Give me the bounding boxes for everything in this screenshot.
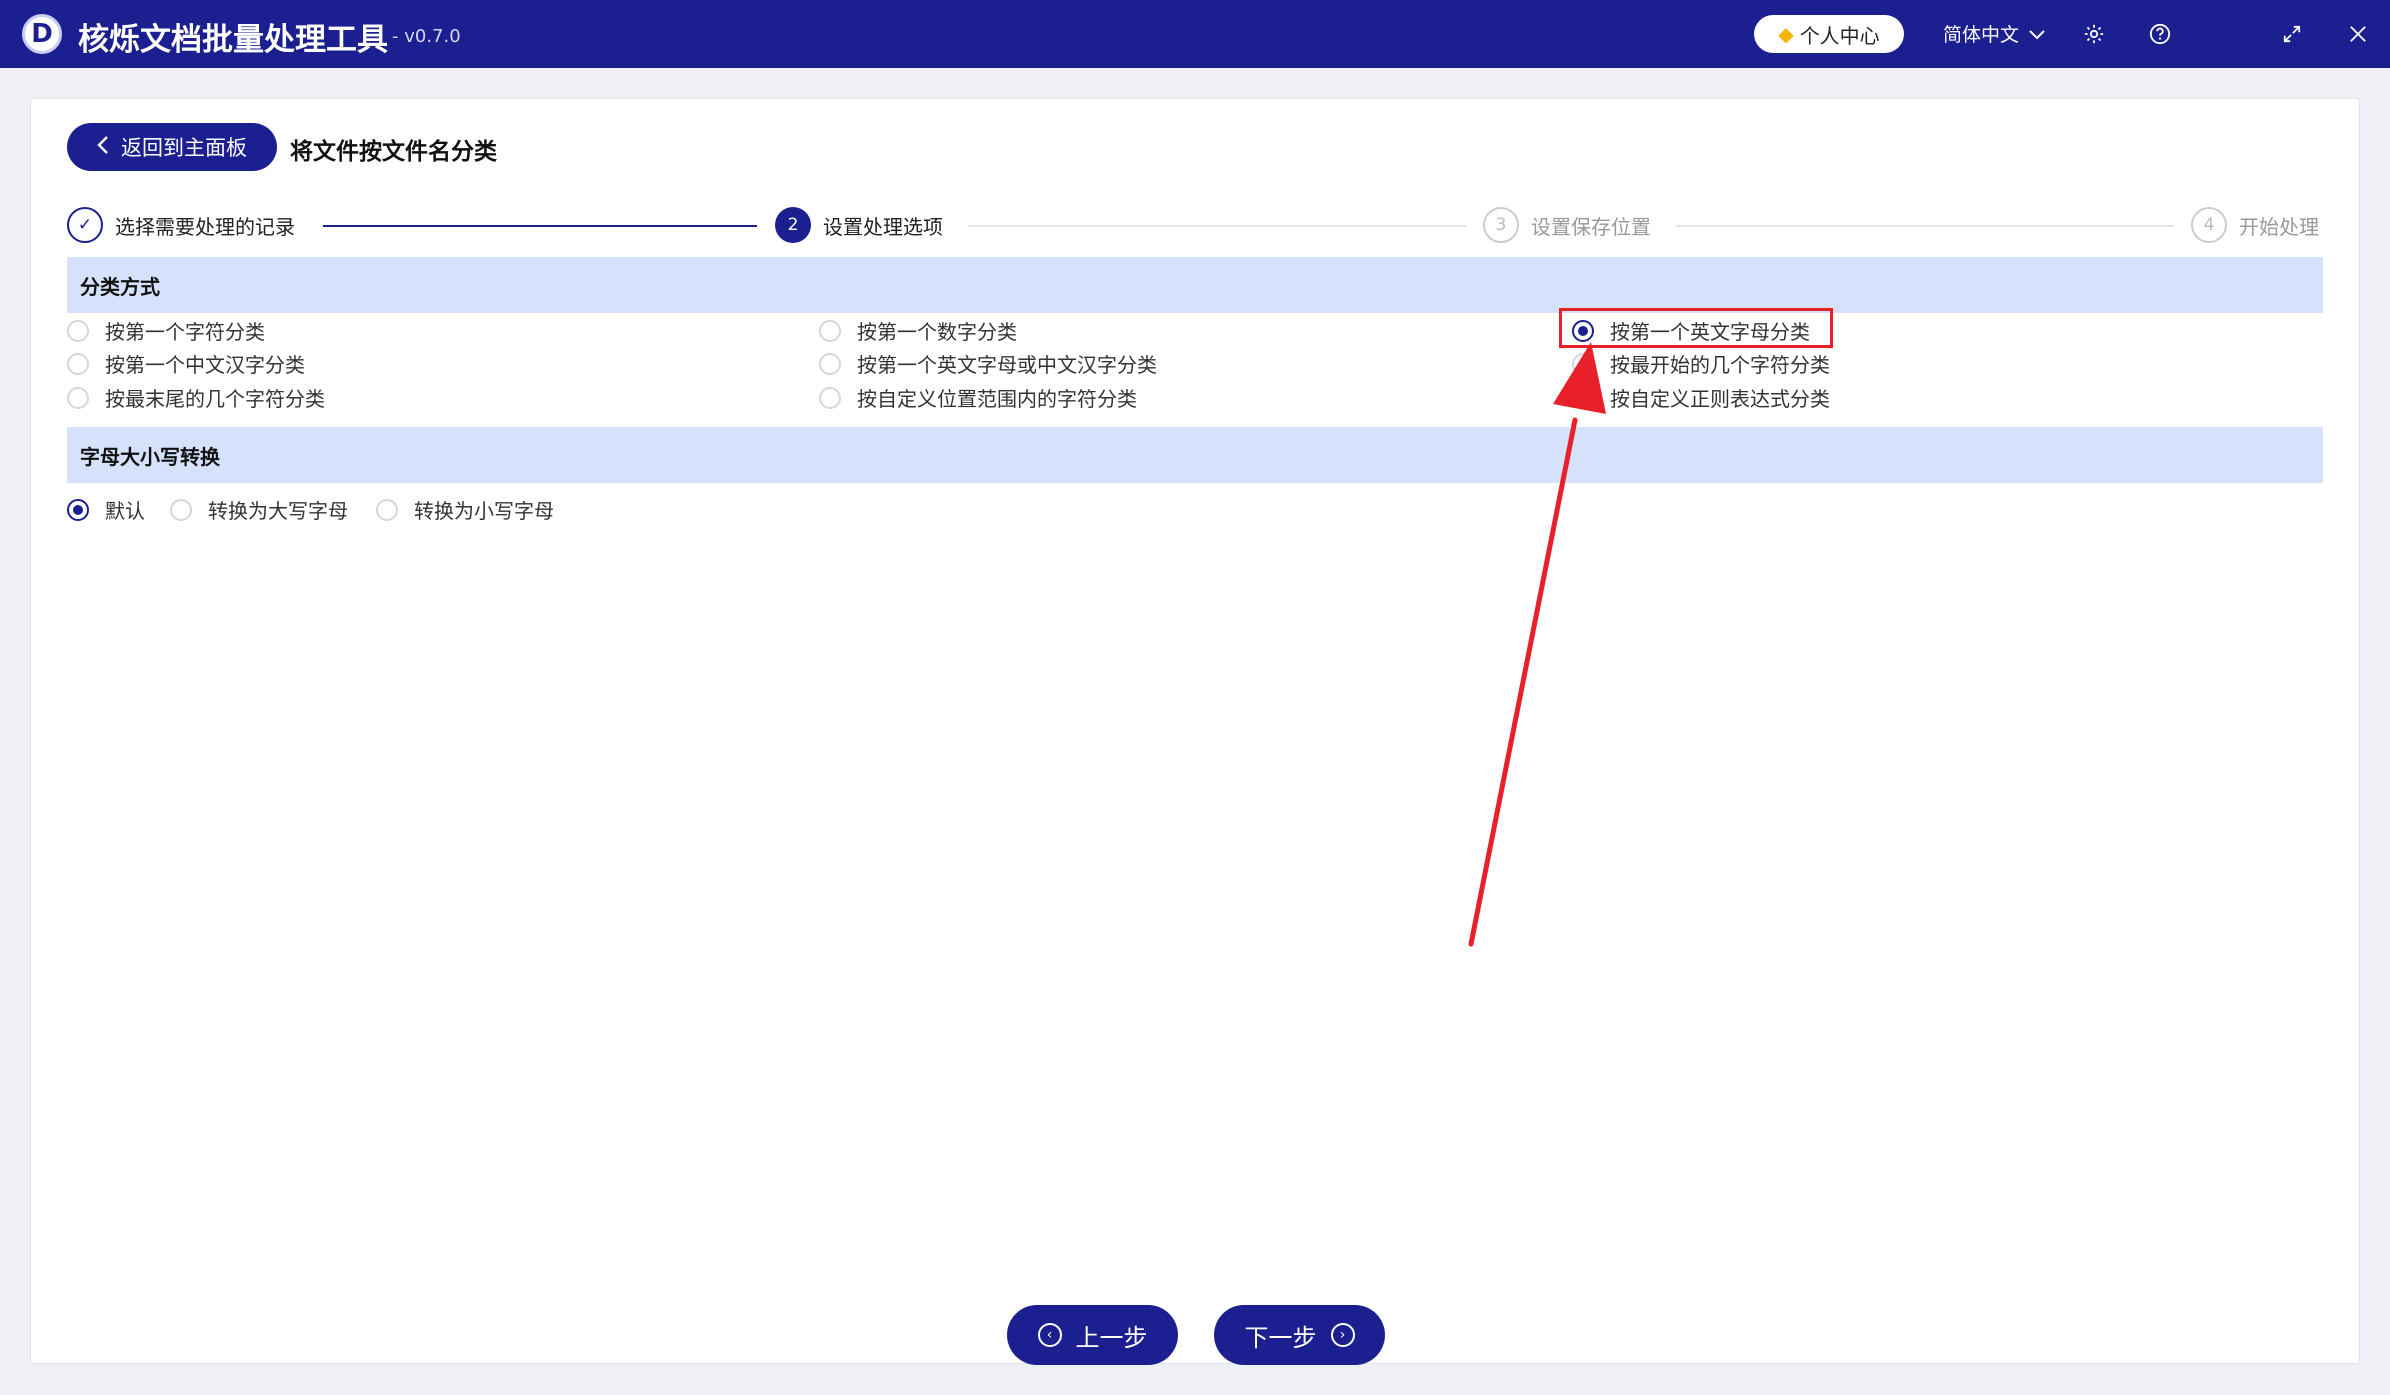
radio-first-letter-or-chinese[interactable]: 按第一个英文字母或中文汉字分类 <box>819 349 1157 378</box>
radio-label: 按自定义位置范围内的字符分类 <box>857 387 1137 411</box>
check-icon: ✓ <box>67 207 103 243</box>
radio-button[interactable] <box>1572 352 1594 375</box>
diamond-icon: ◆ <box>1778 22 1794 46</box>
radio-label: 按最末尾的几个字符分类 <box>105 387 325 411</box>
radio-leading-chars[interactable]: 按最开始的几个字符分类 <box>1572 349 1830 378</box>
step-processing-options: 2 设置处理选项 <box>775 207 943 243</box>
step-save-location: 3 设置保存位置 <box>1483 207 1651 243</box>
language-label: 简体中文 <box>1943 24 2020 46</box>
app-logo-icon: D <box>22 14 62 54</box>
radio-button[interactable] <box>67 319 89 342</box>
radio-label: 按第一个数字分类 <box>857 320 1017 344</box>
classification-heading: 分类方式 <box>67 257 2323 313</box>
chevron-left-circle-icon: ‹ <box>1037 1323 1062 1347</box>
back-to-dashboard-button[interactable]: 返回到主面板 <box>67 123 277 171</box>
back-button-label: 返回到主面板 <box>121 136 247 160</box>
step-label: 设置保存位置 <box>1531 214 1651 239</box>
language-select[interactable]: 简体中文 <box>1943 20 2045 47</box>
case-conversion-heading: 字母大小写转换 <box>67 427 2323 483</box>
radio-label: 按第一个英文字母或中文汉字分类 <box>857 353 1157 377</box>
radio-label: 转换为大写字母 <box>208 499 348 523</box>
radio-button[interactable] <box>67 352 89 375</box>
radio-button[interactable] <box>67 386 89 409</box>
radio-label: 按自定义正则表达式分类 <box>1610 387 1830 411</box>
radio-trailing-chars[interactable]: 按最末尾的几个字符分类 <box>67 383 325 412</box>
close-icon[interactable] <box>2340 16 2376 52</box>
radio-label: 按第一个中文汉字分类 <box>105 353 305 377</box>
personal-center-button[interactable]: ◆ 个人中心 <box>1754 15 1904 53</box>
radio-case-lower[interactable]: 转换为小写字母 <box>376 495 554 524</box>
app-title: 核烁文档批量处理工具 <box>78 22 388 58</box>
step-connector <box>968 225 1466 227</box>
maximize-icon[interactable] <box>2274 16 2310 52</box>
radio-custom-range[interactable]: 按自定义位置范围内的字符分类 <box>819 383 1137 412</box>
step-connector <box>1676 225 2174 227</box>
next-step-label: 下一步 <box>1244 1323 1317 1352</box>
step-connector <box>323 225 757 227</box>
radio-button[interactable] <box>376 498 398 521</box>
step-number: 3 <box>1483 207 1519 243</box>
next-step-button[interactable]: 下一步 › <box>1214 1305 1385 1365</box>
radio-first-digit[interactable]: 按第一个数字分类 <box>819 316 1017 345</box>
title-bar: D 核烁文档批量处理工具 - v0.7.0 ◆ 个人中心 简体中文 <box>0 0 2390 68</box>
radio-first-chinese-char[interactable]: 按第一个中文汉字分类 <box>67 349 305 378</box>
radio-custom-regex[interactable]: 按自定义正则表达式分类 <box>1572 383 1830 412</box>
radio-button[interactable] <box>1572 386 1594 409</box>
gear-icon[interactable] <box>2076 16 2112 52</box>
help-icon[interactable] <box>2142 16 2178 52</box>
step-number: 4 <box>2191 207 2227 243</box>
radio-button[interactable] <box>67 498 89 521</box>
step-label: 选择需要处理的记录 <box>115 214 295 239</box>
radio-button[interactable] <box>170 498 192 521</box>
annotation-highlight-box <box>1559 308 1833 348</box>
radio-label: 转换为小写字母 <box>414 499 554 523</box>
chevron-left-icon <box>97 135 109 159</box>
chevron-right-circle-icon: › <box>1330 1323 1355 1347</box>
previous-step-label: 上一步 <box>1075 1323 1148 1352</box>
step-number: 2 <box>775 207 811 243</box>
radio-button[interactable] <box>819 352 841 375</box>
radio-label: 按第一个字符分类 <box>105 320 265 344</box>
radio-button[interactable] <box>819 386 841 409</box>
radio-case-default[interactable]: 默认 <box>67 495 145 524</box>
radio-button[interactable] <box>819 319 841 342</box>
app-version: - v0.7.0 <box>392 26 461 47</box>
step-label: 设置处理选项 <box>823 214 943 239</box>
step-label: 开始处理 <box>2239 214 2319 239</box>
radio-label: 默认 <box>105 499 145 523</box>
radio-first-char[interactable]: 按第一个字符分类 <box>67 316 265 345</box>
previous-step-button[interactable]: ‹ 上一步 <box>1007 1305 1178 1365</box>
radio-label: 按最开始的几个字符分类 <box>1610 353 1830 377</box>
step-start-processing: 4 开始处理 <box>2191 207 2319 243</box>
page-title: 将文件按文件名分类 <box>290 139 497 165</box>
step-select-records: ✓ 选择需要处理的记录 <box>67 207 295 243</box>
chevron-down-icon <box>2029 23 2045 45</box>
radio-case-upper[interactable]: 转换为大写字母 <box>170 495 348 524</box>
personal-center-label: 个人中心 <box>1799 23 1880 48</box>
